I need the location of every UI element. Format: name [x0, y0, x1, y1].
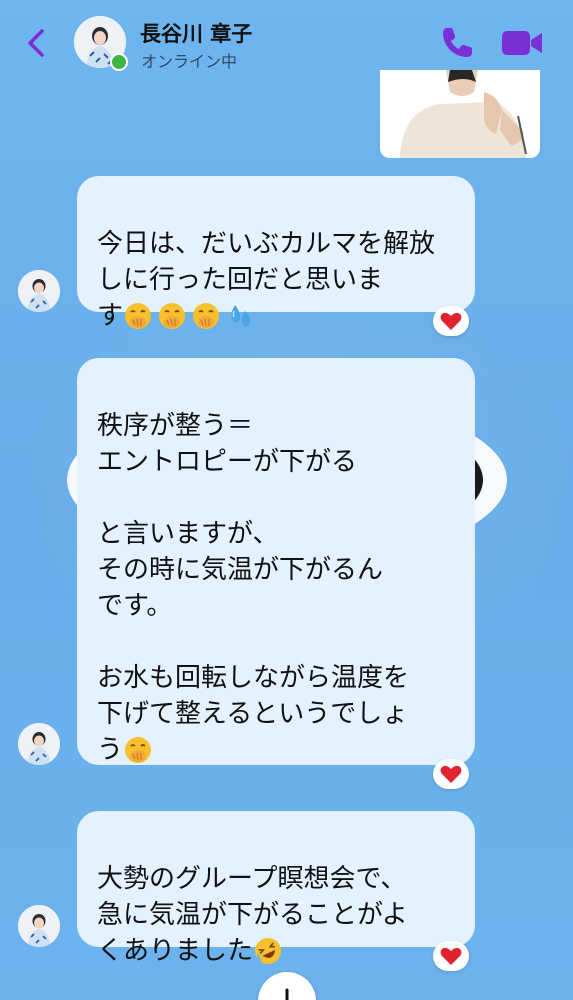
contact-name[interactable]: 長谷川 章子 [140, 18, 252, 48]
face-with-hand-over-mouth-icon [125, 302, 152, 329]
heart-reaction[interactable] [433, 759, 469, 789]
back-chevron-icon[interactable] [20, 26, 54, 60]
scroll-down-button[interactable] [258, 972, 316, 1000]
red-heart-icon [440, 765, 462, 783]
face-with-hand-over-mouth-icon [193, 302, 220, 329]
person-avatar-icon [18, 905, 60, 947]
face-with-hand-over-mouth-icon [125, 736, 152, 763]
heart-reaction[interactable] [433, 941, 469, 971]
message-avatar[interactable] [18, 723, 60, 765]
message-emojis [123, 299, 259, 335]
message-bubble[interactable]: 秩序が整う＝ エントロピーが下がる と言いますが、 その時に気温が下がるん です… [77, 358, 475, 765]
online-status-dot [110, 53, 128, 71]
person-avatar-icon [18, 270, 60, 312]
phone-call-icon[interactable] [438, 24, 476, 62]
person-avatar-icon [18, 723, 60, 765]
message-avatar[interactable] [18, 270, 60, 312]
red-heart-icon [440, 312, 462, 330]
message-bubble[interactable]: 今日は、だいぶカルマを解放しに行った回だと思いま す [77, 176, 475, 331]
arrow-down-icon [285, 988, 289, 1000]
face-with-hand-over-mouth-icon [159, 302, 186, 329]
message-bubble[interactable]: 大勢のグループ瞑想会で、 急に気温が下がることがよ くありました [77, 811, 475, 966]
photo-image [380, 70, 540, 158]
rolling-on-the-floor-laughing-icon [255, 937, 282, 964]
heart-reaction[interactable] [433, 306, 469, 336]
chat-screen: 長谷川 章子 オンライン中 今日は、だいぶカルマを解放しに行った回だと思いま す… [0, 0, 573, 1000]
red-heart-icon [440, 947, 462, 965]
sweat-droplets-icon [231, 304, 251, 327]
video-call-icon[interactable] [500, 28, 544, 58]
message-text: 秩序が整う＝ エントロピーが下がる と言いますが、 その時に気温が下がるん です… [97, 411, 410, 765]
contact-status: オンライン中 [141, 52, 238, 71]
message-avatar[interactable] [18, 905, 60, 947]
shared-photo-thumbnail[interactable] [380, 70, 540, 158]
message-emojis [123, 733, 157, 769]
message-emojis [253, 934, 287, 970]
